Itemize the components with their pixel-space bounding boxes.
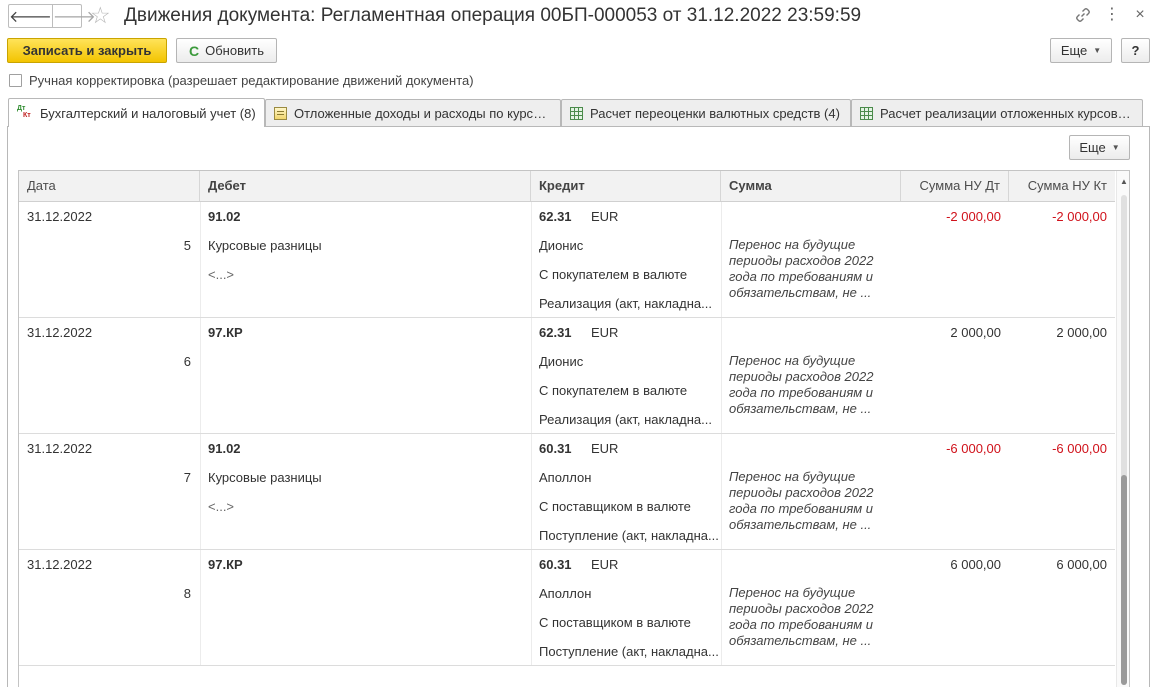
more-actions-button[interactable]: Еще ▼: [1050, 38, 1112, 63]
refresh-icon: C: [189, 42, 200, 59]
column-header-date[interactable]: Дата: [19, 171, 200, 201]
credit-subconto-1: Дионис: [539, 354, 584, 369]
table-header: Дата Дебет Кредит Сумма Сумма НУ Дт Сумм…: [19, 171, 1115, 202]
debit-subconto-2: <...>: [208, 499, 235, 514]
debit-account: 97.КР: [208, 325, 243, 340]
sum-nu-kt: -6 000,00: [1052, 441, 1107, 456]
row-date: 31.12.2022: [27, 557, 93, 572]
credit-subconto-3: Реализация (акт, накладна...: [539, 296, 712, 311]
credit-subconto-3: Реализация (акт, накладна...: [539, 412, 712, 427]
panel-more-button[interactable]: Еще ▼: [1069, 135, 1130, 160]
vertical-scrollbar[interactable]: ▲: [1116, 171, 1129, 687]
save-and-close-button[interactable]: Записать и закрыть: [7, 38, 167, 63]
table-body: 31.12.2022 5 91.02 Курсовые разницы <...…: [19, 202, 1115, 666]
credit-subconto-3: Поступление (акт, накладна...: [539, 644, 719, 659]
sum-nu-dt: 2 000,00: [950, 325, 1001, 340]
row-number: 7: [183, 470, 191, 485]
table-row[interactable]: 31.12.2022 7 91.02 Курсовые разницы <...…: [19, 434, 1115, 550]
debit-account: 97.КР: [208, 557, 243, 572]
refresh-button-label: Обновить: [205, 43, 264, 58]
row-comment: Перенос на будущие периоды расходов 2022…: [729, 585, 874, 648]
refresh-button[interactable]: C Обновить: [176, 38, 277, 63]
tab-deferred-realization[interactable]: Расчет реализации отложенных курсовых ра…: [851, 99, 1143, 126]
sum-nu-dt: -6 000,00: [946, 441, 1001, 456]
table-row[interactable]: 31.12.2022 8 97.КР 60.31 EUR Аполлон С п…: [19, 550, 1115, 666]
favorite-star-icon[interactable]: ☆: [90, 2, 111, 28]
debit-account: 91.02: [208, 209, 241, 224]
column-header-sum-nu-kt[interactable]: Сумма НУ Кт: [1009, 171, 1115, 201]
debit-subconto-1: Курсовые разницы: [208, 470, 322, 485]
panel-more-label: Еще: [1079, 140, 1106, 155]
credit-subconto-2: С поставщиком в валюте: [539, 499, 691, 514]
sum-nu-dt: -2 000,00: [946, 209, 1001, 224]
credit-currency: EUR: [591, 557, 619, 572]
row-comment: Перенос на будущие периоды расходов 2022…: [729, 353, 874, 416]
table-icon: [860, 106, 873, 120]
tab-label: Расчет переоценки валютных средств (4): [590, 105, 840, 121]
sum-nu-kt: -2 000,00: [1052, 209, 1107, 224]
credit-currency: EUR: [591, 325, 619, 340]
tab-label: Отложенные доходы и расходы по курсовым …: [294, 105, 552, 121]
row-number: 5: [183, 238, 191, 253]
row-number: 8: [183, 586, 191, 601]
credit-currency: EUR: [591, 209, 619, 224]
close-icon[interactable]: ×: [1133, 4, 1147, 26]
credit-subconto-2: С покупателем в валюте: [539, 267, 688, 282]
credit-subconto-2: С поставщиком в валюте: [539, 615, 691, 630]
sum-nu-kt: 2 000,00: [1056, 325, 1107, 340]
column-header-sum[interactable]: Сумма: [721, 171, 901, 201]
credit-currency: EUR: [591, 441, 619, 456]
tab-deferred-income[interactable]: Отложенные доходы и расходы по курсовым …: [265, 99, 561, 126]
credit-account: 60.31: [539, 441, 572, 456]
manual-correction-checkbox[interactable]: [9, 74, 22, 87]
credit-subconto-1: Аполлон: [539, 470, 592, 485]
credit-account: 62.31: [539, 209, 572, 224]
credit-subconto-2: С покупателем в валюте: [539, 383, 688, 398]
table-icon: [570, 106, 583, 120]
scroll-thumb[interactable]: [1121, 475, 1127, 685]
tab-label: Расчет реализации отложенных курсовых ра…: [880, 105, 1134, 121]
row-comment: Перенос на будущие периоды расходов 2022…: [729, 469, 874, 532]
dt-kt-icon: Дт Кт: [17, 105, 31, 119]
more-actions-label: Еще: [1060, 43, 1088, 58]
table-row[interactable]: 31.12.2022 5 91.02 Курсовые разницы <...…: [19, 202, 1115, 318]
credit-subconto-3: Поступление (акт, накладна...: [539, 528, 719, 543]
scroll-up-icon[interactable]: ▲: [1117, 177, 1129, 186]
chevron-down-icon: ▼: [1111, 143, 1120, 152]
tab-currency-revaluation[interactable]: Расчет переоценки валютных средств (4): [561, 99, 851, 126]
credit-subconto-1: Аполлон: [539, 586, 592, 601]
credit-subconto-1: Дионис: [539, 238, 584, 253]
column-header-debit[interactable]: Дебет: [200, 171, 531, 201]
row-date: 31.12.2022: [27, 325, 93, 340]
document-icon: [274, 106, 287, 120]
sum-nu-dt: 6 000,00: [950, 557, 1001, 572]
manual-correction-label[interactable]: Ручная корректировка (разрешает редактир…: [29, 73, 474, 88]
chevron-down-icon: ▼: [1093, 46, 1102, 55]
window-title: Движения документа: Регламентная операци…: [124, 5, 862, 26]
row-number: 6: [183, 354, 191, 369]
table-row[interactable]: 31.12.2022 6 97.КР 62.31 EUR Дионис С по…: [19, 318, 1115, 434]
back-arrow-icon[interactable]: 🡐: [9, 5, 52, 27]
row-comment: Перенос на будущие периоды расходов 2022…: [729, 237, 874, 300]
debit-subconto-2: <...>: [208, 267, 235, 282]
row-date: 31.12.2022: [27, 209, 93, 224]
debit-account: 91.02: [208, 441, 241, 456]
postings-table: Дата Дебет Кредит Сумма Сумма НУ Дт Сумм…: [18, 170, 1130, 687]
tab-label: Бухгалтерский и налоговый учет (8): [40, 105, 256, 121]
manual-correction-row: Ручная корректировка (разрешает редактир…: [9, 73, 474, 88]
debit-subconto-1: Курсовые разницы: [208, 238, 322, 253]
link-icon[interactable]: [1074, 6, 1092, 24]
credit-account: 60.31: [539, 557, 572, 572]
help-button[interactable]: ?: [1121, 38, 1150, 63]
tab-accounting[interactable]: Дт Кт Бухгалтерский и налоговый учет (8): [8, 98, 265, 127]
navigation-buttons: 🡐 🡒: [8, 4, 96, 28]
column-header-sum-nu-dt[interactable]: Сумма НУ Дт: [901, 171, 1009, 201]
column-header-credit[interactable]: Кредит: [531, 171, 721, 201]
credit-account: 62.31: [539, 325, 572, 340]
window-menu-icon[interactable]: ⋮: [1104, 4, 1120, 26]
row-date: 31.12.2022: [27, 441, 93, 456]
sum-nu-kt: 6 000,00: [1056, 557, 1107, 572]
